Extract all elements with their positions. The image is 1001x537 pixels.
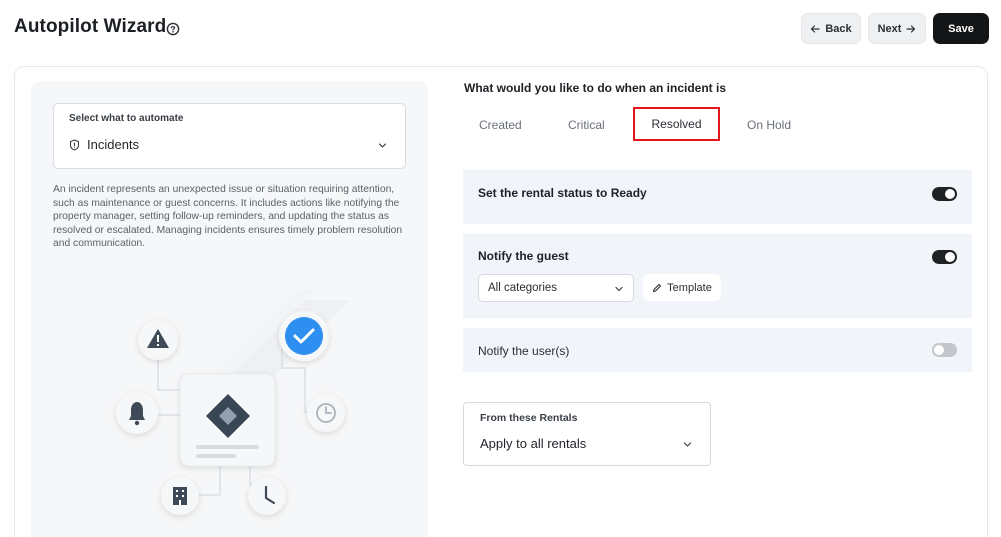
back-button-label: Back <box>825 22 852 35</box>
action-set-rental-status: Set the rental status to Ready <box>463 170 972 224</box>
rentals-select[interactable]: From these Rentals Apply to all rentals <box>463 402 711 466</box>
incident-illustration <box>116 290 350 515</box>
toggle-knob <box>934 345 944 355</box>
automate-select-value-row: Incidents <box>69 137 139 152</box>
automation-description: An incident represents an unexpected iss… <box>53 184 403 250</box>
checkmark-icon <box>279 311 329 361</box>
action-title: Notify the guest <box>478 249 569 263</box>
next-button-label: Next <box>877 22 902 35</box>
notify-guest-toggle[interactable] <box>932 250 957 264</box>
tab-resolved[interactable]: Resolved <box>633 107 720 141</box>
header: Autopilot Wizard Back Next Save <box>0 0 1001 58</box>
trigger-question: What would you like to do when an incide… <box>464 81 727 95</box>
next-button[interactable]: Next <box>868 13 926 44</box>
toggle-knob <box>945 252 955 262</box>
set-rental-status-toggle[interactable] <box>932 187 957 201</box>
tab-on-hold[interactable]: On Hold <box>747 118 791 132</box>
action-title: Notify the user(s) <box>478 344 570 358</box>
chevron-down-icon <box>615 286 623 292</box>
save-button[interactable]: Save <box>933 13 989 44</box>
arrow-right-icon <box>906 24 916 33</box>
tab-created[interactable]: Created <box>479 118 522 132</box>
chevron-down-icon <box>683 442 692 447</box>
rentals-select-label: From these Rentals <box>480 412 578 424</box>
template-button-label: Template <box>667 281 712 294</box>
building-icon <box>161 477 199 515</box>
automate-select[interactable]: Select what to automate Incidents <box>53 103 406 169</box>
automate-select-label: Select what to automate <box>69 113 184 124</box>
rentals-select-value: Apply to all rentals <box>480 436 587 451</box>
warning-icon <box>138 320 178 360</box>
action-notify-users: Notify the user(s) <box>463 328 972 372</box>
arrow-left-icon <box>811 24 820 33</box>
automate-select-value: Incidents <box>87 137 140 152</box>
template-button[interactable]: Template <box>643 274 721 301</box>
toggle-knob <box>945 189 955 199</box>
clock-hands-icon <box>248 477 286 515</box>
shield-icon <box>69 138 80 151</box>
center-card <box>179 373 276 467</box>
category-select-value: All categories <box>488 282 558 294</box>
bell-icon <box>116 392 158 434</box>
action-title: Set the rental status to Ready <box>478 186 647 200</box>
notify-users-toggle[interactable] <box>932 343 957 357</box>
chevron-down-icon <box>378 143 387 148</box>
back-button[interactable]: Back <box>801 13 861 44</box>
action-notify-guest: Notify the guest All categories Template <box>463 234 972 318</box>
pencil-icon <box>653 283 662 292</box>
tab-critical[interactable]: Critical <box>568 118 605 132</box>
clock-icon <box>307 394 345 432</box>
page-title: Autopilot Wizard <box>14 16 167 37</box>
help-circle-icon[interactable] <box>166 22 180 36</box>
category-select[interactable]: All categories <box>478 274 634 302</box>
